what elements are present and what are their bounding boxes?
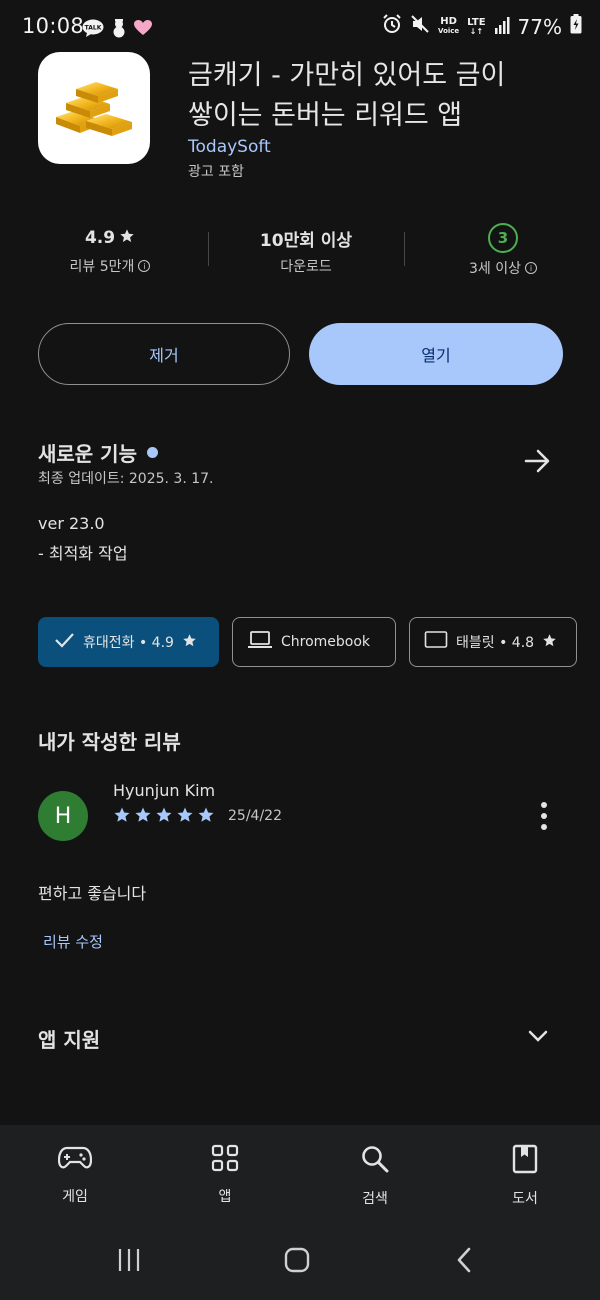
review-text: 편하고 좋습니다: [38, 884, 147, 903]
back-icon[interactable]: [445, 1240, 485, 1280]
hd-label: HD: [440, 16, 457, 27]
age-rating-label: 3세 이상: [469, 261, 521, 277]
home-icon[interactable]: [277, 1240, 317, 1280]
app-title: 금캐기 - 가만히 있어도 금이 쌓이는 돈버는 리워드 앱: [188, 56, 558, 136]
remove-button[interactable]: 제거: [38, 323, 290, 385]
star-icon: [182, 633, 197, 652]
avatar: H: [38, 791, 88, 841]
talk-icon-text: TALK: [85, 25, 102, 32]
my-review-heading: 내가 작성한 리뷰: [38, 730, 181, 754]
tablet-icon: [424, 630, 448, 654]
nav-games-label: 게임: [62, 1189, 88, 1205]
nav-search[interactable]: 검색: [315, 1144, 435, 1208]
status-time: 10:08: [22, 14, 85, 38]
last-updated: 최종 업데이트: 2025. 3. 17.: [38, 471, 214, 487]
rating-value: 4.9: [84, 228, 116, 248]
nav-apps[interactable]: 앱: [165, 1144, 285, 1206]
info-icon: i: [525, 262, 537, 274]
age-rating-stat[interactable]: 3 3세 이상 i: [418, 222, 588, 278]
app-title-line2: 쌓이는 돈버는 리워드 앱: [188, 100, 463, 131]
version-text: ver 23.0: [38, 514, 105, 533]
reviewer-name: Hyunjun Kim: [113, 781, 216, 800]
app-icon: [38, 52, 150, 164]
chip-tablet-label: 태블릿 • 4.8: [456, 635, 535, 651]
alarm-icon: [382, 14, 402, 39]
app-support-heading[interactable]: 앱 지원: [38, 1024, 100, 1053]
star-icon: [197, 806, 215, 828]
rating-stat[interactable]: 4.9 리뷰 5만개 i: [25, 226, 195, 276]
update-note: - 최적화 작업: [38, 544, 128, 563]
whats-new-heading[interactable]: 새로운 기능: [38, 438, 158, 467]
laptop-icon: [247, 630, 273, 654]
nav-books[interactable]: 도서: [465, 1144, 585, 1208]
book-icon: [511, 1144, 539, 1178]
talk-icon: TALK: [82, 19, 104, 41]
hd-voice-icon: HD Voice: [438, 17, 459, 36]
status-right-icons: HD Voice LTE ↓↑ 77%: [382, 14, 582, 39]
gamepad-icon: [57, 1144, 93, 1176]
star-icon: [119, 228, 135, 249]
more-vert-icon[interactable]: [534, 800, 554, 832]
age-rating-badge: 3: [488, 223, 518, 253]
downloads-label: 다운로드: [280, 259, 332, 275]
chevron-down-icon[interactable]: [524, 1022, 552, 1050]
star-icon: [155, 806, 173, 828]
battery-percent: 77%: [517, 14, 562, 39]
review-stars: [113, 806, 215, 828]
mute-icon: [410, 14, 430, 39]
signal-icon: [494, 15, 510, 39]
lte-icon: LTE ↓↑: [467, 16, 486, 36]
chip-chromebook[interactable]: Chromebook: [232, 617, 396, 667]
search-icon: [360, 1144, 390, 1178]
voice-label: Voice: [438, 27, 460, 35]
nav-search-label: 검색: [362, 1191, 388, 1207]
open-button[interactable]: 열기: [309, 323, 563, 385]
reviews-count: 리뷰 5만개: [69, 259, 135, 275]
star-icon: [113, 806, 131, 828]
info-icon: i: [138, 260, 151, 272]
recent-apps-icon[interactable]: [109, 1240, 149, 1280]
review-date: 25/4/22: [228, 808, 282, 824]
new-indicator-dot: [146, 447, 158, 458]
arrow-right-icon[interactable]: [522, 446, 552, 476]
downloads-value: 10만회 이상: [259, 230, 353, 251]
snowman-icon: [110, 18, 128, 42]
star-icon: [134, 806, 152, 828]
battery-icon: [570, 14, 582, 39]
edit-review-link[interactable]: 리뷰 수정: [43, 931, 103, 952]
chip-tablet[interactable]: 태블릿 • 4.8: [409, 617, 577, 667]
whats-new-title: 새로운 기능: [38, 442, 137, 466]
chip-chromebook-label: Chromebook: [281, 634, 371, 650]
check-icon: [53, 629, 75, 655]
downloads-stat: 10만회 이상 다운로드: [221, 226, 391, 276]
stat-divider: [404, 232, 405, 266]
ads-note: 광고 포함: [188, 164, 244, 180]
heart-icon: [134, 20, 152, 40]
developer-link[interactable]: TodaySoft: [188, 137, 271, 157]
stat-divider: [208, 232, 209, 266]
nav-games[interactable]: 게임: [15, 1144, 135, 1206]
star-icon: [176, 806, 194, 828]
app-title-line1: 금캐기 - 가만히 있어도 금이: [188, 60, 506, 91]
chip-phone-label: 휴대전화 • 4.9: [83, 635, 174, 651]
nav-books-label: 도서: [512, 1191, 538, 1207]
gold-bars-icon: [52, 71, 136, 145]
star-icon: [542, 633, 557, 652]
status-left-icons: TALK: [82, 18, 152, 42]
status-bar: 10:08 TALK HD Voice LTE ↓↑ 77%: [0, 0, 600, 56]
chip-phone[interactable]: 휴대전화 • 4.9: [38, 617, 219, 667]
apps-grid-icon: [211, 1144, 239, 1176]
nav-apps-label: 앱: [218, 1189, 232, 1205]
